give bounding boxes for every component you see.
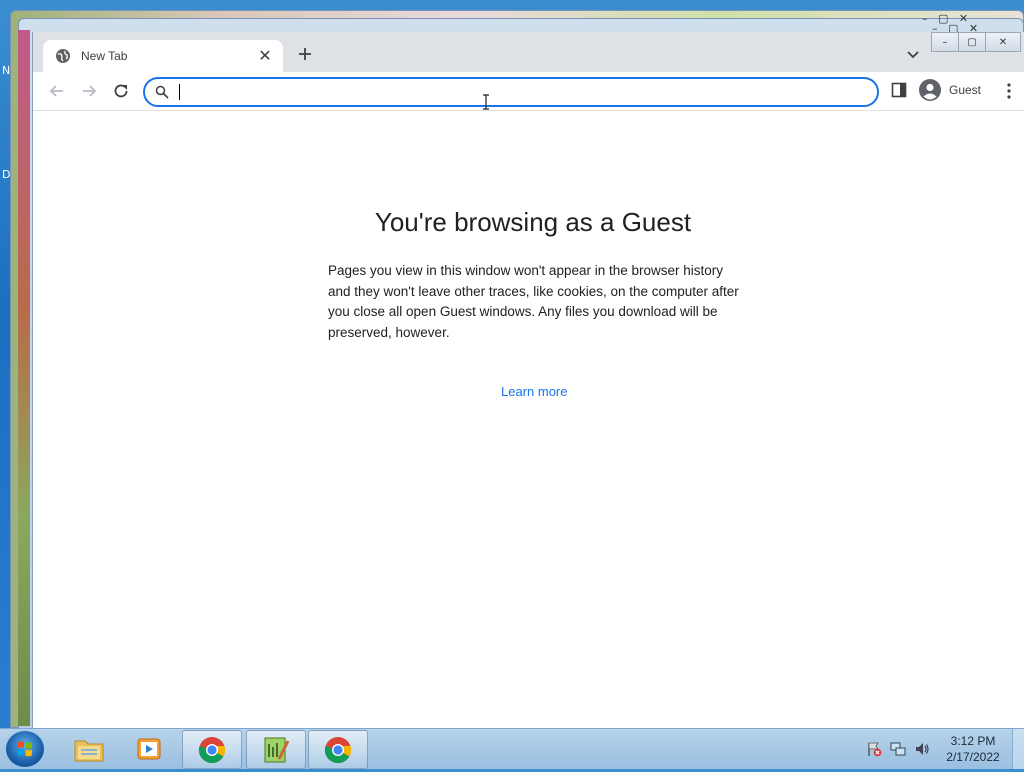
background-window-edge: [18, 30, 30, 726]
tab-new-tab[interactable]: New Tab ✕: [43, 40, 283, 72]
maximize-button[interactable]: ▢: [958, 32, 986, 52]
windows-logo-icon: [18, 741, 32, 757]
chrome-icon: [324, 736, 352, 763]
chrome-icon: [198, 736, 226, 763]
chevron-down-icon[interactable]: [905, 46, 921, 62]
start-button[interactable]: [6, 731, 44, 767]
browser-toolbar: Guest: [33, 72, 1024, 111]
forward-arrow-icon[interactable]: [79, 81, 99, 101]
media-player-icon: [137, 738, 161, 759]
minimize-button[interactable]: –: [931, 32, 959, 52]
page-content: You're browsing as a Guest Pages you vie…: [33, 111, 1024, 728]
address-bar[interactable]: [143, 77, 879, 107]
taskbar: 3:12 PM 2/17/2022: [0, 728, 1024, 769]
volume-icon[interactable]: [914, 741, 930, 757]
learn-more-link[interactable]: Learn more: [501, 384, 567, 399]
taskbar-notepad-plus-plus[interactable]: [246, 730, 306, 769]
side-panel-icon[interactable]: [891, 82, 907, 98]
page-title: You're browsing as a Guest: [374, 207, 692, 237]
notepad-icon: [264, 737, 290, 762]
taskbar-file-explorer[interactable]: [60, 730, 118, 767]
system-clock[interactable]: 3:12 PM 2/17/2022: [938, 733, 1008, 765]
back-arrow-icon[interactable]: [47, 81, 67, 101]
tab-strip: New Tab ✕ – ▢ ✕: [33, 32, 1024, 72]
taskbar-chrome[interactable]: [308, 730, 368, 769]
globe-icon: [56, 49, 70, 63]
close-window-button[interactable]: ✕: [985, 32, 1021, 52]
action-center-flag-icon[interactable]: [866, 741, 882, 757]
more-menu-icon[interactable]: [1003, 82, 1015, 100]
search-icon: [155, 85, 169, 99]
guest-description: Pages you view in this window won't appe…: [328, 263, 739, 340]
profile-label: Guest: [949, 83, 982, 97]
profile-button[interactable]: Guest: [917, 75, 989, 105]
network-icon[interactable]: [890, 741, 906, 757]
tab-title: New Tab: [81, 49, 128, 63]
new-tab-button[interactable]: [295, 44, 315, 64]
text-caret: [179, 84, 180, 100]
taskbar-media-player[interactable]: [120, 730, 178, 767]
taskbar-chrome[interactable]: [182, 730, 242, 769]
avatar-icon: [919, 79, 941, 101]
address-input[interactable]: [181, 81, 865, 105]
text-cursor-icon: [483, 94, 489, 110]
plus-icon: [299, 48, 311, 60]
desktop-icon-label: N: [2, 64, 11, 77]
reload-icon[interactable]: [111, 81, 131, 101]
show-desktop-button[interactable]: [1012, 729, 1024, 769]
chrome-window: New Tab ✕ – ▢ ✕ Guest You're browsing as…: [32, 32, 1024, 728]
clock-time: 3:12 PM: [950, 734, 996, 748]
close-tab-icon[interactable]: ✕: [255, 46, 275, 66]
window-controls: – ▢ ✕: [931, 32, 1021, 52]
folder-icon: [74, 740, 104, 761]
clock-date: 2/17/2022: [946, 750, 1000, 764]
